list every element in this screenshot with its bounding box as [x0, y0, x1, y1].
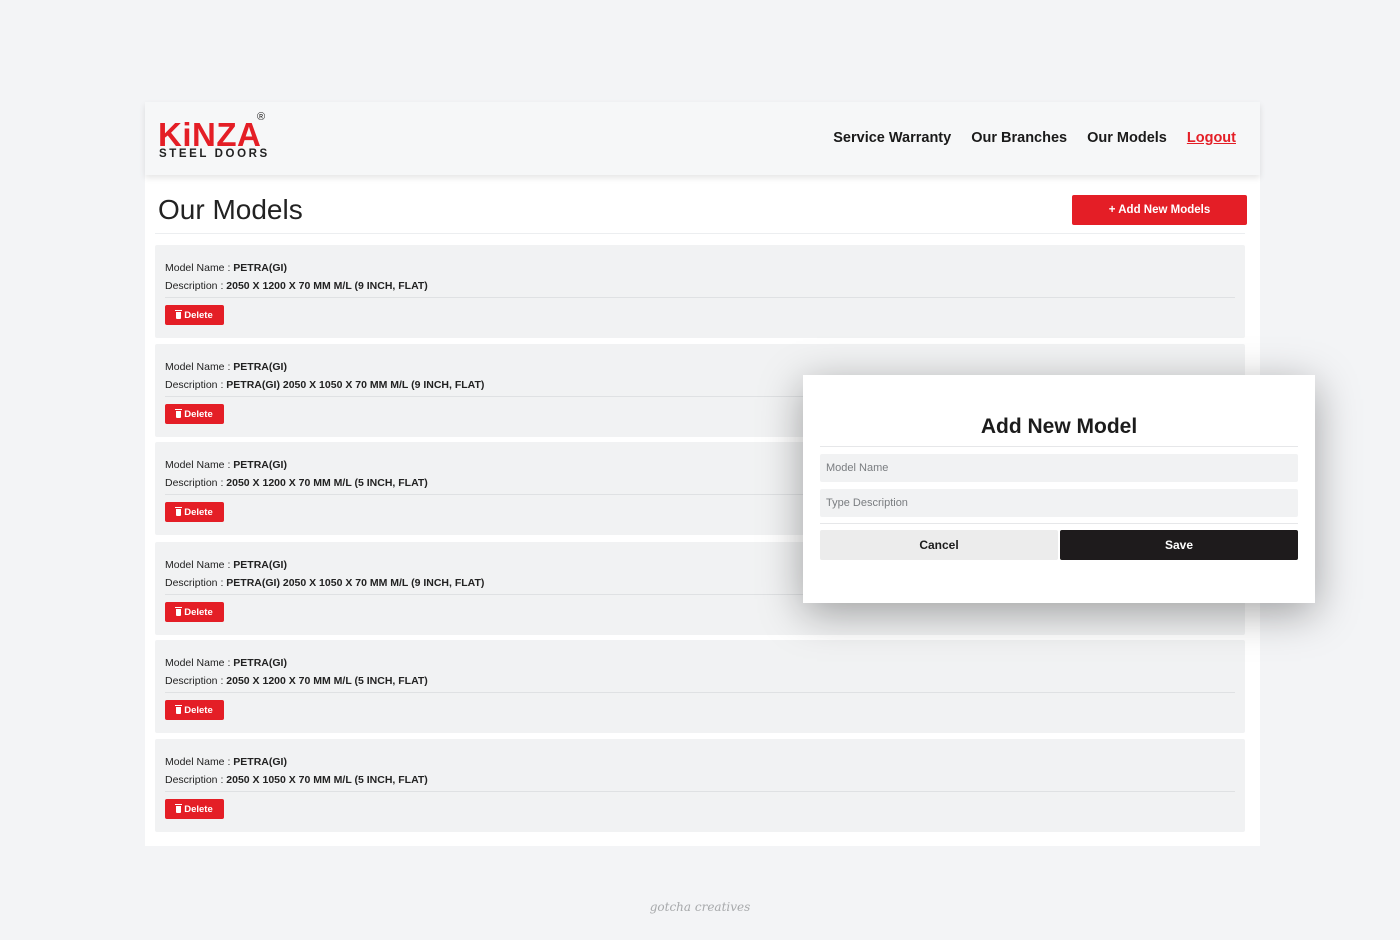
model-card: Model Name : PETRA(GI) Description : 205…: [155, 739, 1245, 832]
model-name-label: Model Name :: [165, 262, 231, 274]
model-name-line: Model Name : PETRA(GI): [165, 657, 287, 669]
model-description-line: Description : 2050 X 1200 X 70 MM M/L (5…: [165, 675, 428, 687]
description-label: Description :: [165, 774, 224, 786]
model-name-label: Model Name :: [165, 657, 231, 669]
trash-icon: [175, 803, 183, 813]
card-divider: [165, 692, 1235, 693]
description-value: 2050 X 1200 X 70 MM M/L (5 INCH, FLAT): [226, 477, 428, 489]
save-button[interactable]: Save: [1060, 530, 1298, 560]
description-value: 2050 X 1050 X 70 MM M/L (5 INCH, FLAT): [226, 774, 428, 786]
model-description-line: Description : 2050 X 1050 X 70 MM M/L (5…: [165, 774, 428, 786]
model-name-line: Model Name : PETRA(GI): [165, 459, 287, 471]
trash-icon: [175, 606, 183, 616]
nav-service-warranty[interactable]: Service Warranty: [833, 130, 951, 146]
model-name-label: Model Name :: [165, 459, 231, 471]
model-name-value: PETRA(GI): [233, 559, 287, 571]
model-description-line: Description : 2050 X 1200 X 70 MM M/L (9…: [165, 280, 428, 292]
delete-label: Delete: [184, 309, 213, 321]
add-model-modal: Add New Model Cancel Save: [803, 375, 1315, 603]
model-name-value: PETRA(GI): [233, 657, 287, 669]
description-label: Description :: [165, 379, 224, 391]
nav-logout[interactable]: Logout: [1187, 130, 1236, 146]
description-value: 2050 X 1200 X 70 MM M/L (5 INCH, FLAT): [226, 675, 428, 687]
modal-title: Add New Model: [980, 415, 1138, 438]
model-name-label: Model Name :: [165, 361, 231, 373]
card-divider: [165, 297, 1235, 298]
delete-button[interactable]: Delete: [165, 305, 224, 325]
title-divider: [155, 233, 1245, 234]
trash-icon: [175, 704, 183, 714]
model-name-input[interactable]: [820, 454, 1298, 482]
model-name-label: Model Name :: [165, 756, 231, 768]
delete-button[interactable]: Delete: [165, 404, 224, 424]
delete-label: Delete: [184, 606, 213, 618]
description-value: PETRA(GI) 2050 X 1050 X 70 MM M/L (9 INC…: [226, 577, 485, 589]
model-description-line: Description : 2050 X 1200 X 70 MM M/L (5…: [165, 477, 428, 489]
card-divider: [165, 791, 1235, 792]
model-card: Model Name : PETRA(GI) Description : 205…: [155, 245, 1245, 338]
modal-title-divider: [820, 446, 1298, 447]
top-navbar: KiNZA ® STEEL DOORS Service Warranty Our…: [145, 102, 1260, 175]
description-value: PETRA(GI) 2050 X 1050 X 70 MM M/L (9 INC…: [226, 379, 485, 391]
modal-fields-divider: [820, 523, 1298, 524]
delete-label: Delete: [184, 408, 213, 420]
model-name-line: Model Name : PETRA(GI): [165, 262, 287, 274]
trash-icon: [175, 309, 183, 319]
model-name-line: Model Name : PETRA(GI): [165, 361, 287, 373]
watermark-logo: gotcha creatives: [649, 900, 751, 914]
delete-button[interactable]: Delete: [165, 700, 224, 720]
model-description-line: Description : PETRA(GI) 2050 X 1050 X 70…: [165, 379, 484, 391]
model-name-line: Model Name : PETRA(GI): [165, 559, 287, 571]
trash-icon: [175, 408, 183, 418]
description-label: Description :: [165, 577, 224, 589]
trash-icon: [175, 506, 183, 516]
description-label: Description :: [165, 477, 224, 489]
delete-label: Delete: [184, 506, 213, 518]
nav-our-branches[interactable]: Our Branches: [971, 130, 1067, 146]
delete-label: Delete: [184, 704, 213, 716]
delete-button[interactable]: Delete: [165, 502, 224, 522]
model-name-value: PETRA(GI): [233, 361, 287, 373]
model-card: Model Name : PETRA(GI) Description : 205…: [155, 640, 1245, 733]
description-input[interactable]: [820, 489, 1298, 517]
model-name-value: PETRA(GI): [233, 756, 287, 768]
model-name-label: Model Name :: [165, 559, 231, 571]
page-title: Our Models: [158, 194, 303, 225]
delete-button[interactable]: Delete: [165, 602, 224, 622]
description-label: Description :: [165, 280, 224, 292]
logo-tagline: STEEL DOORS: [159, 148, 270, 160]
add-new-models-button[interactable]: + Add New Models: [1072, 195, 1247, 225]
registered-mark: ®: [257, 111, 266, 123]
delete-label: Delete: [184, 803, 213, 815]
description-value: 2050 X 1200 X 70 MM M/L (9 INCH, FLAT): [226, 280, 428, 292]
model-name-value: PETRA(GI): [233, 459, 287, 471]
kinza-logo[interactable]: KiNZA ® STEEL DOORS: [158, 111, 273, 162]
nav-our-models[interactable]: Our Models: [1087, 130, 1167, 146]
model-name-value: PETRA(GI): [233, 262, 287, 274]
logo-wordmark: KiNZA: [158, 116, 262, 153]
cancel-button[interactable]: Cancel: [820, 530, 1058, 560]
model-description-line: Description : PETRA(GI) 2050 X 1050 X 70…: [165, 577, 484, 589]
nav-links: Service Warranty Our Branches Our Models…: [833, 130, 1236, 146]
delete-button[interactable]: Delete: [165, 799, 224, 819]
description-label: Description :: [165, 675, 224, 687]
model-name-line: Model Name : PETRA(GI): [165, 756, 287, 768]
